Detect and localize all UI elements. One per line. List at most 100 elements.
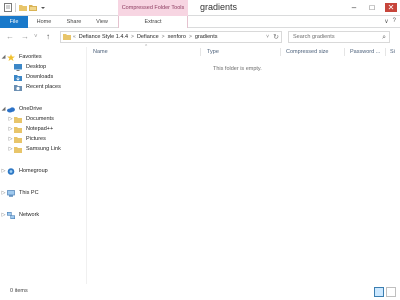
expand-arrow-icon[interactable]: ▷ — [7, 126, 14, 132]
ribbon-options: ∨ ? — [384, 18, 396, 25]
maximize-button[interactable]: □ — [367, 3, 377, 12]
column-divider[interactable] — [200, 48, 201, 56]
sidebar-item-onedrive[interactable]: ◢ OneDrive — [0, 104, 86, 114]
sidebar-item-label: This PC — [19, 190, 39, 196]
column-header-name[interactable]: Name — [93, 47, 108, 57]
column-header-size[interactable]: Si — [390, 47, 395, 57]
new-folder-icon[interactable] — [19, 3, 27, 12]
tab-file[interactable]: File — [0, 16, 28, 28]
expand-arrow-icon[interactable]: ▷ — [7, 116, 14, 122]
column-divider[interactable] — [280, 48, 281, 56]
sidebar-item-favorites[interactable]: ◢ Favorites — [0, 52, 86, 62]
close-button[interactable]: ✕ — [385, 3, 397, 12]
sidebar-item-label: Favorites — [19, 54, 42, 60]
breadcrumb-defiance-style[interactable]: Defiance Style 1.4.4 — [79, 34, 128, 40]
contextual-tab-group: Compressed Folder Tools — [118, 0, 188, 16]
folder-icon[interactable] — [29, 3, 37, 12]
sidebar-item-recent-places[interactable]: Recent places — [0, 82, 86, 92]
up-button[interactable]: ↑ — [46, 32, 50, 42]
navigation-pane: ◢ Favorites Desktop Downloads Recent pla… — [0, 47, 86, 284]
window-title: gradients — [200, 2, 238, 12]
sidebar-item-notepad-plus-plus[interactable]: ▷ Notepad++ — [0, 124, 86, 134]
sidebar-item-documents[interactable]: ▷ Documents — [0, 114, 86, 124]
column-divider[interactable] — [385, 48, 386, 56]
sidebar-item-label: Homegroup — [19, 168, 48, 174]
file-list: ⌃ Name Type Compressed size Password ...… — [88, 44, 400, 284]
downloads-icon — [14, 74, 22, 81]
sidebar-item-this-pc[interactable]: ▷ This PC — [0, 188, 86, 198]
sidebar-item-label: Pictures — [26, 136, 46, 142]
empty-folder-message: This folder is empty. — [213, 66, 262, 72]
this-pc-icon — [7, 189, 15, 197]
minimize-button[interactable]: – — [349, 3, 359, 12]
forward-button[interactable]: → — [21, 32, 29, 42]
breadcrumb-xenforo[interactable]: xenforo — [168, 34, 186, 40]
chevron-right-icon[interactable]: > — [131, 34, 134, 40]
chevron-right-icon[interactable]: > — [162, 34, 165, 40]
large-icons-view-icon[interactable] — [386, 287, 396, 297]
properties-icon[interactable] — [4, 3, 12, 12]
address-bar[interactable]: « Defiance Style 1.4.4 > Defiance > xenf… — [60, 31, 282, 43]
sidebar-item-label: Documents — [26, 116, 54, 122]
expand-ribbon-icon[interactable]: ∨ — [384, 18, 388, 25]
sidebar-item-pictures[interactable]: ▷ Pictures — [0, 134, 86, 144]
expand-arrow-icon[interactable]: ▷ — [0, 190, 7, 196]
column-divider[interactable] — [344, 48, 345, 56]
breadcrumb-gradients[interactable]: gradients — [195, 34, 218, 40]
sidebar-item-label: Recent places — [26, 84, 61, 90]
onedrive-icon — [7, 106, 15, 113]
column-header-password[interactable]: Password ... — [350, 47, 380, 57]
sidebar-item-desktop[interactable]: Desktop — [0, 62, 86, 72]
expand-arrow-icon[interactable]: ▷ — [0, 212, 7, 218]
folder-icon — [14, 136, 22, 143]
star-icon — [7, 53, 15, 61]
folder-icon — [14, 146, 22, 153]
details-view-icon[interactable] — [374, 287, 384, 297]
sidebar-item-label: Downloads — [26, 74, 54, 80]
expand-arrow-icon[interactable]: ▷ — [7, 146, 14, 152]
sidebar-item-homegroup[interactable]: ▷ Homegroup — [0, 166, 86, 176]
quick-access-toolbar — [4, 3, 47, 12]
sort-ascending-icon: ⌃ — [144, 44, 149, 50]
ribbon-tabs: File Home Share View Extract ∨ ? — [0, 16, 400, 28]
homegroup-icon — [7, 167, 15, 175]
tab-view[interactable]: View — [92, 16, 112, 28]
recent-locations-button[interactable]: ˅ — [34, 32, 38, 42]
sidebar-item-samsung-link[interactable]: ▷ Samsung Link — [0, 144, 86, 154]
folder-icon — [63, 33, 71, 42]
search-icon[interactable]: ⌕ — [382, 32, 386, 43]
address-overflow-icon[interactable]: « — [73, 34, 76, 40]
sidebar-item-network[interactable]: ▷ Network — [0, 210, 86, 220]
tab-home[interactable]: Home — [33, 16, 55, 28]
folder-icon — [14, 116, 22, 123]
chevron-right-icon[interactable]: > — [189, 34, 192, 40]
collapse-arrow-icon[interactable]: ◢ — [0, 54, 7, 60]
window-controls: – □ ✕ — [349, 3, 397, 12]
address-dropdown-icon[interactable]: ˅ — [266, 34, 269, 40]
tab-share[interactable]: Share — [62, 16, 86, 28]
customize-toolbar-icon[interactable] — [39, 3, 47, 12]
search-input[interactable]: Search gradients ⌕ — [288, 31, 390, 43]
collapse-arrow-icon[interactable]: ◢ — [0, 106, 7, 112]
back-button[interactable]: ← — [6, 32, 14, 42]
help-icon[interactable]: ? — [393, 18, 396, 25]
column-header-compressed-size[interactable]: Compressed size — [286, 47, 329, 57]
sidebar-item-label: Notepad++ — [26, 126, 54, 132]
navigation-bar: ← → ˅ ↑ « Defiance Style 1.4.4 > Defianc… — [0, 29, 400, 45]
sidebar-item-label: Network — [19, 212, 40, 218]
toolbar-divider — [15, 3, 16, 12]
desktop-icon — [14, 63, 22, 71]
recent-places-icon — [14, 84, 22, 91]
expand-arrow-icon[interactable]: ▷ — [0, 168, 7, 174]
expand-arrow-icon[interactable]: ▷ — [7, 136, 14, 142]
sidebar-item-label: Samsung Link — [26, 146, 61, 152]
sidebar-item-downloads[interactable]: Downloads — [0, 72, 86, 82]
refresh-icon[interactable]: ↻ — [273, 33, 279, 41]
tab-extract[interactable]: Extract — [118, 16, 188, 28]
pane-splitter[interactable] — [86, 47, 87, 284]
title-bar: Compressed Folder Tools gradients – □ ✕ — [0, 0, 400, 16]
breadcrumb-defiance[interactable]: Defiance — [137, 34, 159, 40]
column-header-type[interactable]: Type — [207, 47, 219, 57]
sidebar-item-label: OneDrive — [19, 106, 43, 112]
folder-icon — [14, 126, 22, 133]
